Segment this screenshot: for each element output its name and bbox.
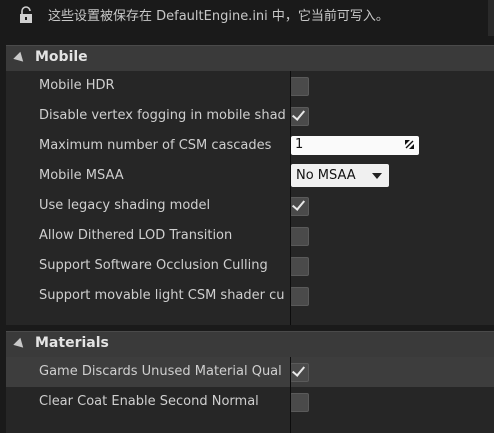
config-notice-bar: 这些设置被保存在 DefaultEngine.ini 中，它当前可写入。 [0,0,494,36]
property-row: Support Software Occlusion Culling [6,251,494,281]
scrollbar[interactable] [488,0,494,36]
property-row: Disable vertex fogging in mobile shad [6,101,494,131]
property-checkbox[interactable] [290,287,309,306]
property-label: Allow Dithered LOD Transition [39,228,233,243]
dropdown-value: No MSAA [296,168,356,183]
property-checkbox[interactable] [290,107,309,126]
section-header-materials[interactable]: Materials [6,331,494,357]
section-header-mobile[interactable]: Mobile [6,45,494,71]
collapse-arrow-icon[interactable] [13,51,27,66]
column-divider[interactable] [290,71,291,325]
section-body-mobile: Mobile HDR Disable vertex fogging in mobi… [6,71,494,325]
property-checkbox[interactable] [290,363,309,382]
property-checkbox[interactable] [290,77,309,96]
number-input-value: 1 [295,137,304,152]
section-title-mobile: Mobile [35,49,88,65]
checkmark-icon [291,197,306,211]
lock-icon[interactable] [18,6,34,24]
property-label: Use legacy shading model [39,198,211,213]
property-label: Game Discards Unused Material Qual [39,364,282,379]
property-checkbox[interactable] [290,393,309,412]
config-notice-text: 这些设置被保存在 DefaultEngine.ini 中，它当前可写入。 [48,9,389,24]
property-row: Maximum number of CSM cascades 1 [6,131,494,161]
property-row: Mobile HDR [6,71,494,101]
property-label: Mobile MSAA [39,168,124,183]
section-title-materials: Materials [35,335,109,351]
property-row: Mobile MSAA No MSAA [6,161,494,191]
property-row: Use legacy shading model [6,191,494,221]
property-label: Support movable light CSM shader cu [39,288,285,303]
property-checkbox[interactable] [290,197,309,216]
checkmark-icon [291,363,306,377]
property-row: Clear Coat Enable Second Normal [6,387,494,417]
number-input[interactable]: 1 [291,136,419,155]
property-checkbox[interactable] [290,227,309,246]
property-label: Maximum number of CSM cascades [39,138,272,153]
chevron-down-icon [372,173,382,179]
msaa-dropdown[interactable]: No MSAA [291,164,389,187]
checkmark-icon [291,107,306,121]
property-row: Allow Dithered LOD Transition [6,221,494,251]
property-row: Support movable light CSM shader cu [6,281,494,311]
property-label: Disable vertex fogging in mobile shad [39,108,285,123]
property-checkbox[interactable] [290,257,309,276]
property-label: Support Software Occlusion Culling [39,258,268,273]
drag-handle-icon[interactable] [405,140,414,149]
property-label: Clear Coat Enable Second Normal [39,394,259,409]
property-label: Mobile HDR [39,78,115,93]
section-body-materials: Game Discards Unused Material Qual Clear … [6,357,494,433]
property-row: Game Discards Unused Material Qual [6,357,494,387]
column-divider[interactable] [290,357,291,433]
collapse-arrow-icon[interactable] [13,337,27,352]
